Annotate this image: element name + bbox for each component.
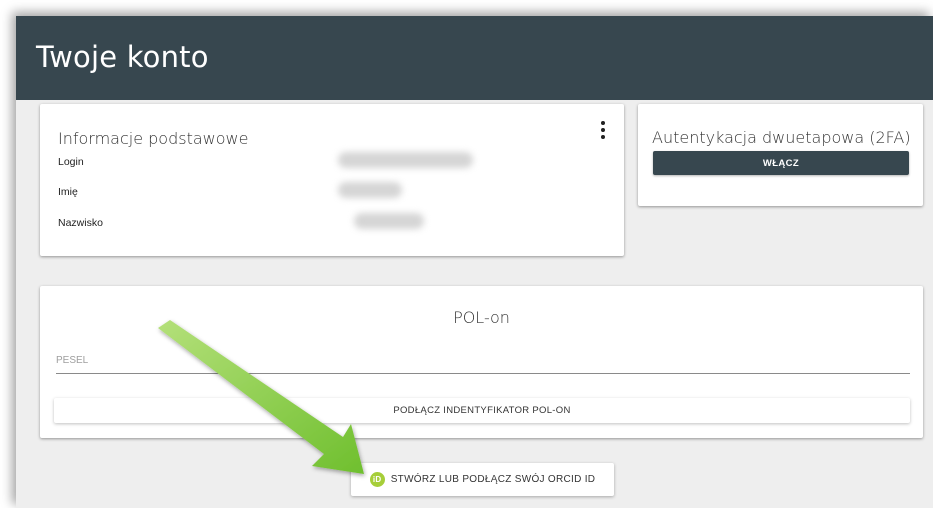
orcid-button[interactable]: iD STWÓRZ LUB PODŁĄCZ SWÓJ ORCID ID — [351, 463, 614, 496]
last-name-value-blurred — [354, 213, 424, 229]
basic-info-title: Informacje podstawowe — [58, 129, 249, 148]
enable-2fa-button[interactable]: WŁĄCZ — [653, 151, 909, 175]
login-label: Login — [58, 156, 84, 168]
first-name-value-blurred — [338, 182, 402, 198]
orcid-icon: iD — [369, 472, 385, 487]
last-name-row: Nazwisko — [58, 213, 424, 229]
last-name-label: Nazwisko — [58, 217, 103, 229]
app-frame: Twoje konto Informacje podstawowe Login … — [16, 16, 933, 508]
pesel-input[interactable] — [56, 348, 910, 374]
connect-polon-button[interactable]: PODŁĄCZ INDENTYFIKATOR POL-ON — [54, 398, 910, 423]
login-value-blurred — [338, 152, 473, 168]
first-name-label: Imię — [58, 186, 78, 198]
page-header: Twoje konto — [16, 16, 933, 100]
two-factor-title: Autentykacja dwuetapowa (2FA) — [652, 128, 911, 147]
polon-title: POL-on — [453, 308, 510, 327]
first-name-row: Imię — [58, 182, 402, 198]
polon-card: POL-on PODŁĄCZ INDENTYFIKATOR POL-ON — [40, 286, 923, 438]
two-factor-card: Autentykacja dwuetapowa (2FA) WŁĄCZ — [638, 104, 923, 206]
more-vert-icon[interactable] — [597, 121, 609, 139]
basic-info-card: Informacje podstawowe Login Imię Nazwisk… — [40, 104, 624, 256]
login-row: Login — [58, 152, 473, 168]
page-title: Twoje konto — [36, 40, 209, 74]
orcid-button-label: STWÓRZ LUB PODŁĄCZ SWÓJ ORCID ID — [390, 474, 596, 485]
